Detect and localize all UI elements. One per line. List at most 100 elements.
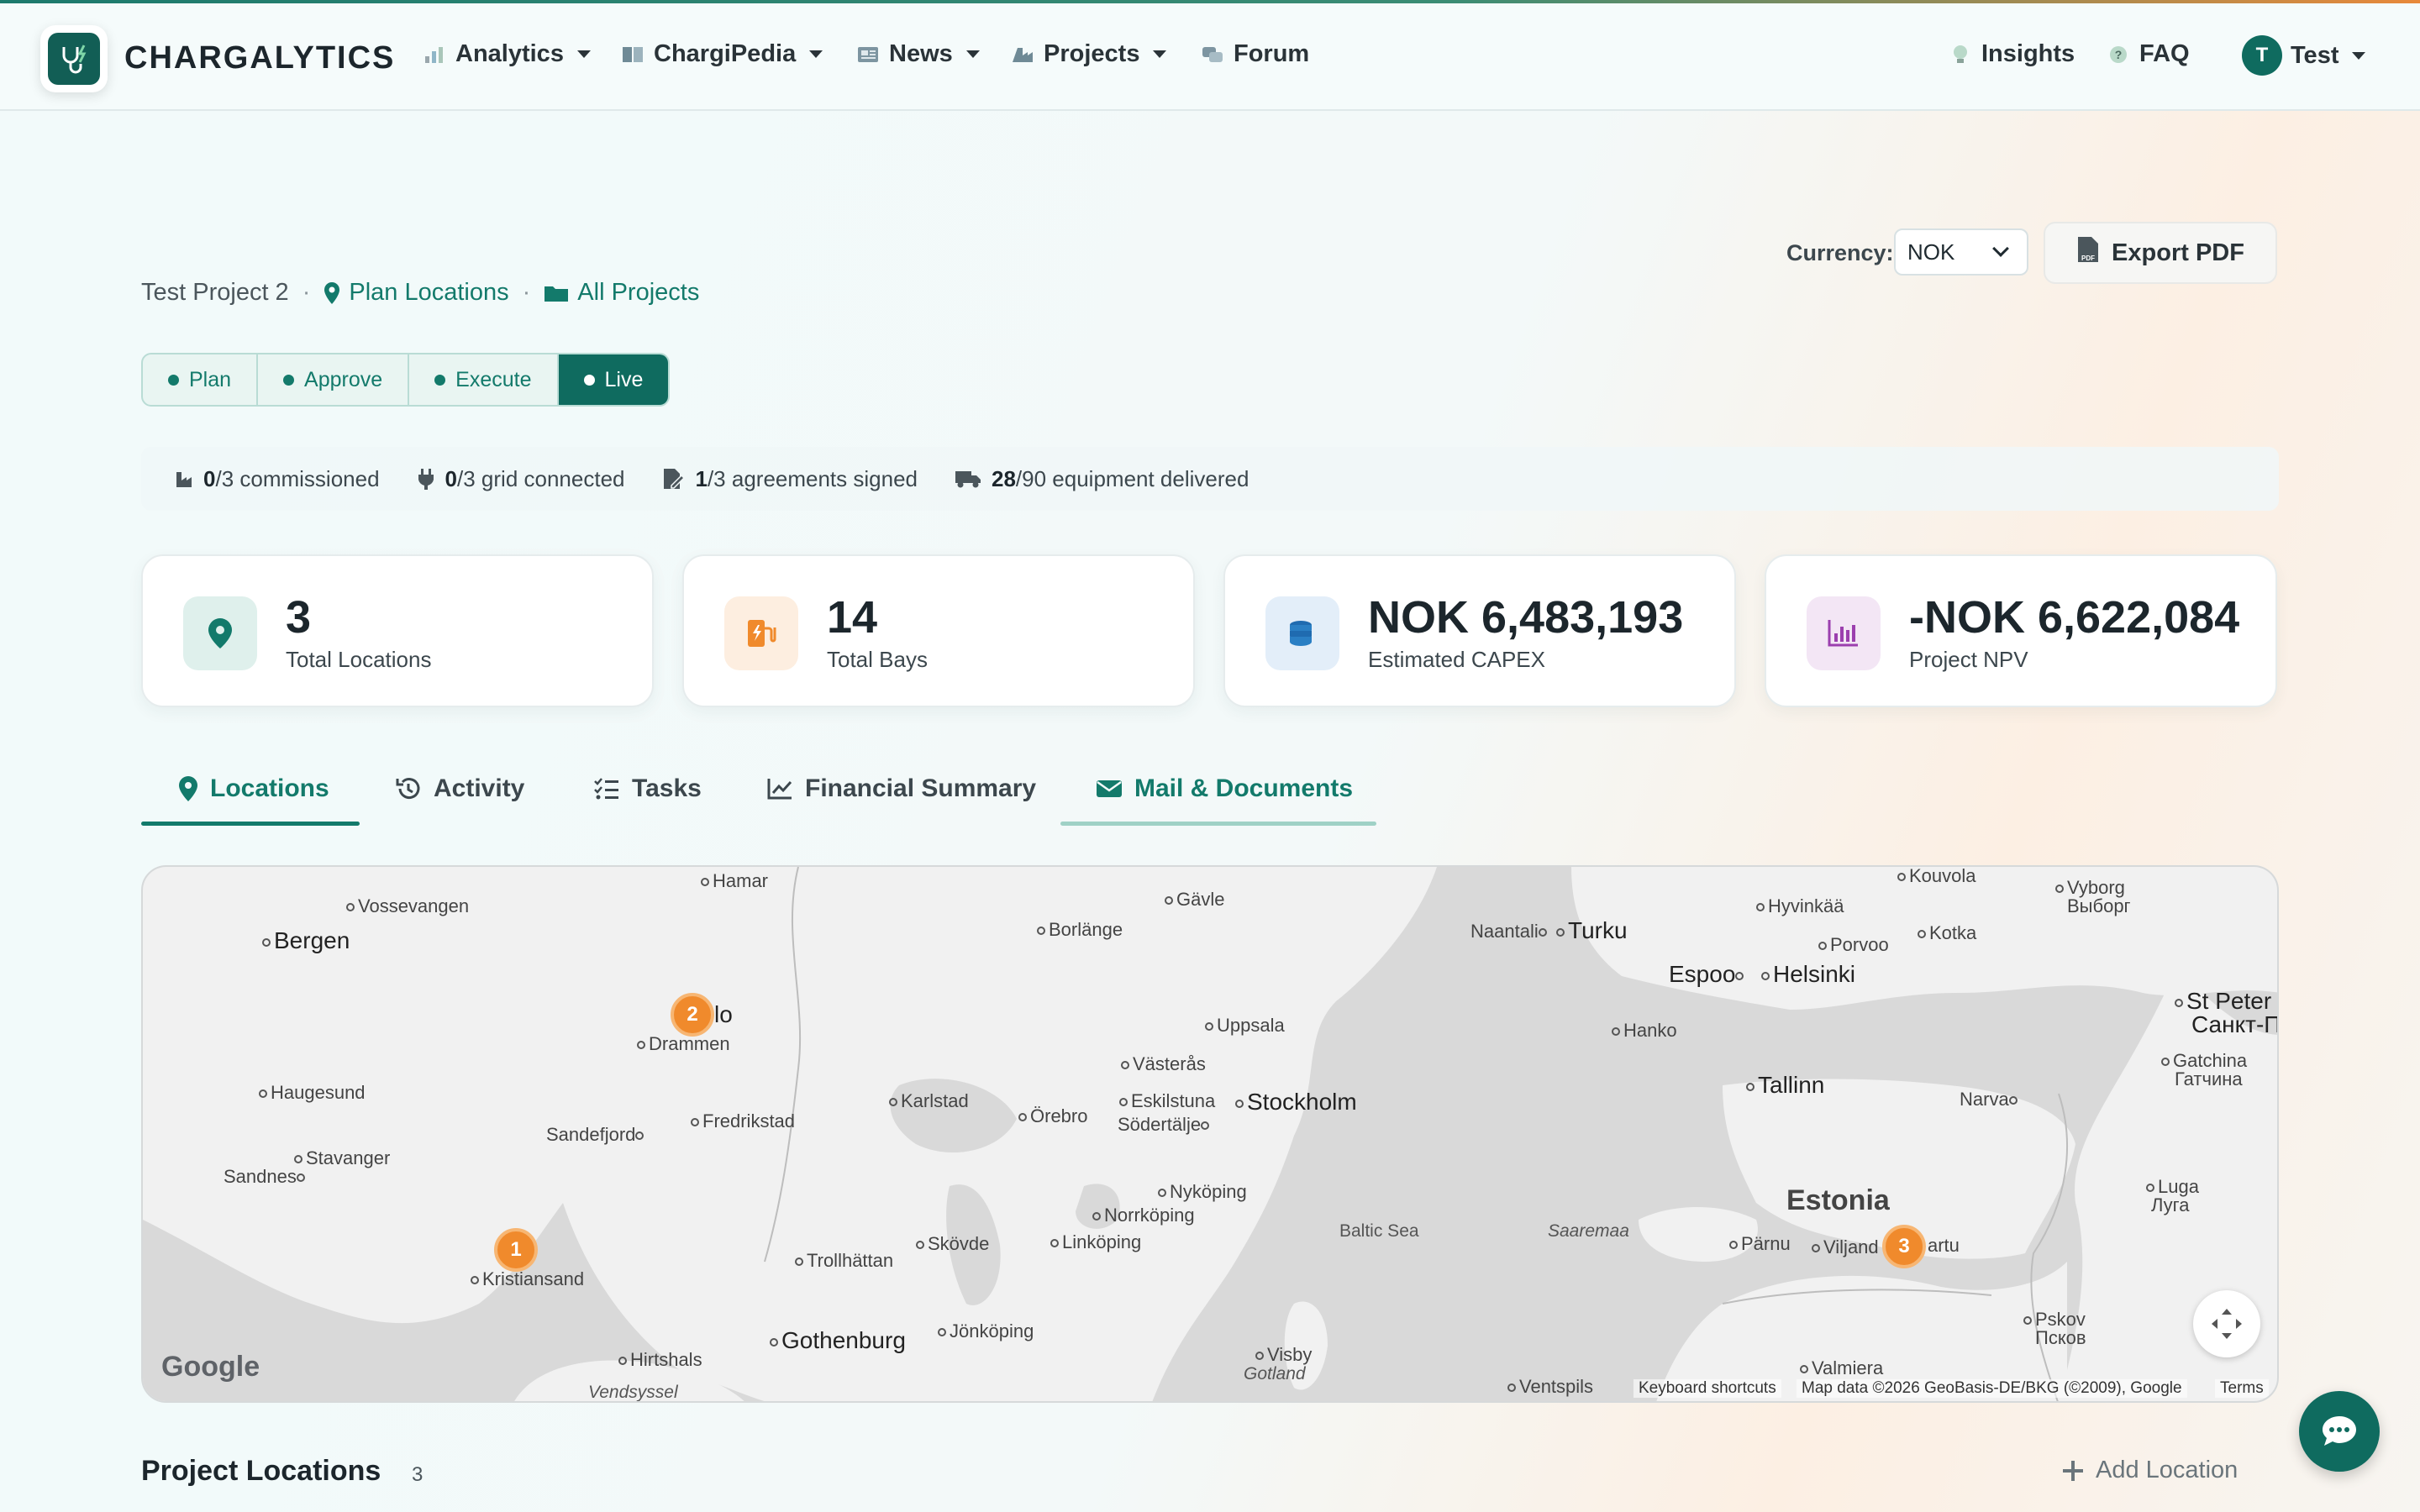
google-logo: Google [161,1351,260,1383]
map-label-text: Trollhättan [807,1250,894,1271]
chevron-down-icon [1153,50,1167,58]
stage-approve[interactable]: Approve [258,354,410,405]
map-label-city: lo [714,1001,733,1028]
map-label-city: Naantali [1470,921,1550,942]
user-name: Test [2291,41,2339,69]
nav-insights[interactable]: Insights [1948,40,2075,68]
map-label-city: Псков [2035,1327,2086,1349]
map-label-city: Drammen [637,1033,730,1055]
map-label-city: Ventspils [1507,1376,1593,1398]
progress-rest: /3 agreements signed [707,465,918,491]
forum-icon [1200,42,1225,67]
map-label-city: Visby [1255,1344,1312,1366]
tab-mail-documents[interactable]: Mail & Documents [1096,751,1353,827]
map-label-city: Pärnu [1729,1233,1791,1255]
currency-select[interactable]: NOK [1894,228,2028,276]
progress-done: 0 [445,465,458,491]
map-label-city: Västerås [1121,1053,1206,1075]
map-marker[interactable]: 1 [494,1228,538,1272]
map-label-text: Nyköping [1170,1181,1247,1202]
stage-label: Plan [189,367,232,391]
progress-commissioned: 0/3 commissioned [170,466,380,492]
export-pdf-button[interactable]: PDF Export PDF [2044,222,2277,284]
map-label-city: Gothenburg [770,1327,906,1354]
stage-dot [434,374,446,386]
map-keyboard-shortcuts[interactable]: Keyboard shortcuts [1634,1379,1781,1398]
chat-button[interactable] [2299,1391,2380,1472]
nav-chargipedia[interactable]: ChargiPedia [620,40,823,68]
map-label-city: Nyköping [1158,1181,1247,1203]
nav-forum[interactable]: Forum [1200,40,1309,68]
breadcrumb-plan-locations[interactable]: Plan Locations [324,279,509,307]
currency-value: NOK [1907,239,1955,265]
map-label-text: Stockholm [1247,1089,1357,1115]
stage-execute[interactable]: Execute [409,354,559,405]
map-label-text: Псков [2035,1327,2086,1348]
map-marker[interactable]: 2 [671,993,714,1037]
book-icon [620,42,645,67]
location-pin-icon [324,281,340,304]
map-label-city: Stockholm [1235,1089,1357,1116]
progress-agreements: 1/3 agreements signed [661,466,918,492]
stat-label: Total Bays [827,647,928,672]
stat-label: Total Locations [286,647,432,672]
location-pin-icon [179,776,197,801]
progress-rest: /90 equipment delivered [1015,465,1249,491]
map-label-text: Vendsyssel [588,1383,678,1402]
breadcrumb: Test Project 2 · Plan Locations · All Pr… [141,279,699,307]
map-label-text: Visby [1267,1344,1313,1365]
map-label-text: Saaremaa [1548,1221,1629,1241]
map-label-text: Kotka [1929,922,1977,943]
nav-analytics[interactable]: Analytics [422,40,591,68]
nav-projects[interactable]: Projects [1010,40,1167,68]
map-label-text: Borlänge [1049,919,1123,940]
map-label-text: Viljand [1823,1236,1879,1257]
user-menu[interactable]: T Test [2242,35,2366,76]
map-label-city: Linköping [1050,1231,1141,1253]
progress-grid: 0/3 grid connected [417,465,624,492]
progress-rest: /3 commissioned [215,465,380,491]
tab-label: Tasks [632,774,702,802]
stage-plan[interactable]: Plan [143,354,259,405]
stage-label: Approve [304,367,383,391]
nav-news[interactable]: News [855,40,980,68]
map-label-city: artu [1928,1235,1960,1257]
stage-live[interactable]: Live [558,354,669,405]
map-label-text: Pärnu [1741,1233,1791,1254]
brand-name[interactable]: CHARGALYTICS [124,40,395,76]
map-marker[interactable]: 3 [1882,1225,1926,1268]
fullscreen-button[interactable] [2193,1290,2260,1357]
map-label-city: Norrköping [1092,1205,1195,1226]
question-icon: ? [2106,42,2131,67]
map-label-city: Viljand [1812,1236,1879,1258]
coins-icon [1265,596,1339,670]
locations-map[interactable]: Bergen Vossevangen Hamar Gävle Borlänge … [141,865,2279,1403]
nav-news-label: News [889,40,953,67]
stat-card-npv: -NOK 6,622,084 Project NPV [1765,554,2277,707]
tab-financial-summary[interactable]: Financial Summary [766,751,1036,827]
add-location-button[interactable]: Add Location [2062,1457,2238,1484]
checklist-icon [594,778,618,800]
map-label-text: artu [1928,1235,1960,1256]
map-label-city: Kotka [1918,922,1976,944]
nav-faq[interactable]: ? FAQ [2106,40,2190,68]
map-label-text: Narva [1960,1089,2009,1110]
bar-chart-icon [1807,596,1881,670]
breadcrumb-all-projects[interactable]: All Projects [544,279,699,307]
stat-card-capex: NOK 6,483,193 Estimated CAPEX [1223,554,1736,707]
map-terms-link[interactable]: Terms [2215,1379,2269,1398]
breadcrumb-separator: · [522,279,531,306]
tab-activity[interactable]: Activity [395,751,524,827]
tab-tasks[interactable]: Tasks [593,751,702,827]
nav-forum-label: Forum [1234,40,1310,67]
map-label-text: Ventspils [1519,1376,1594,1397]
map-label-city: Выборг [2067,895,2131,917]
chevron-down-icon [965,50,980,58]
map-label-city: Skövde [916,1233,989,1255]
logo[interactable] [40,25,108,92]
progress-done: 1 [695,465,708,491]
map-label-city: Södertälje [1118,1114,1213,1136]
tab-locations[interactable]: Locations [178,751,329,827]
pdf-file-icon: PDF [2076,235,2100,270]
map-label-text: Linköping [1062,1231,1142,1252]
